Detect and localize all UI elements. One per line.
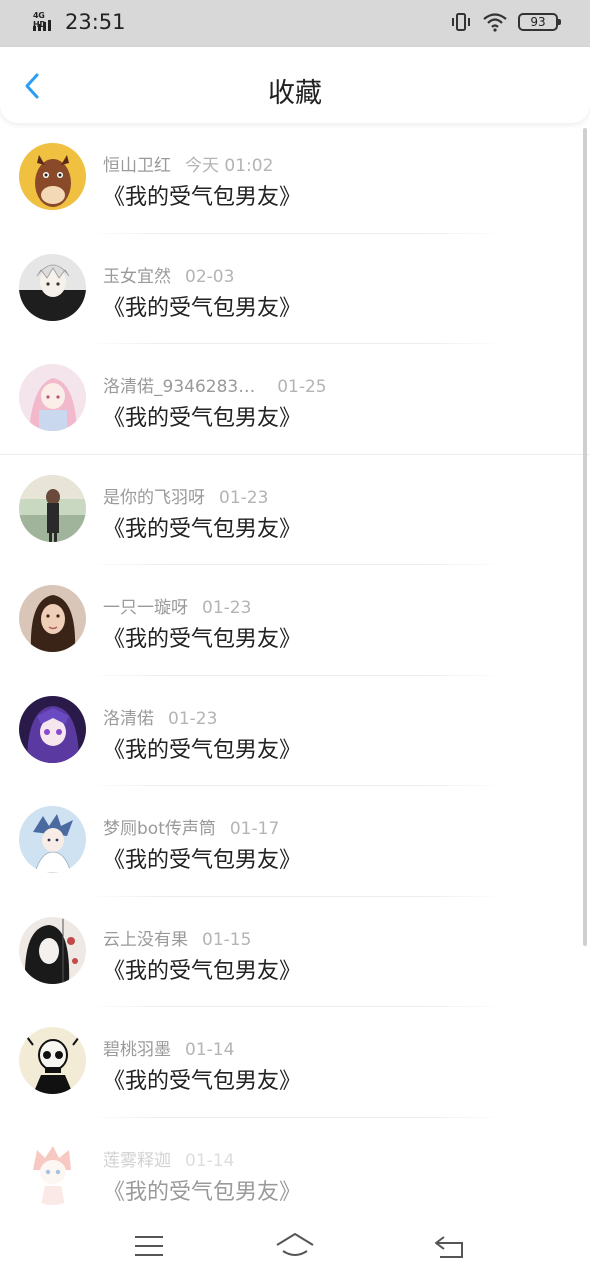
list-item[interactable]: 云上没有果 01-15 《我的受气包男友》 <box>0 897 590 1007</box>
item-date: 01-23 <box>168 708 218 729</box>
list-item[interactable]: 梦厕bot传声筒 01-17 《我的受气包男友》 <box>0 786 590 897</box>
item-meta: 莲雾释迦 01-14 <box>103 1146 234 1171</box>
page-title: 收藏 <box>268 78 322 109</box>
user-name: 洛清偌 <box>103 708 154 729</box>
home-icon[interactable] <box>275 1229 315 1263</box>
list-item[interactable]: 是你的飞羽呀 01-23 《我的受气包男友》 <box>0 455 590 565</box>
item-meta: 恒山卫红 今天 01:02 <box>103 151 273 176</box>
scrollbar[interactable] <box>583 128 587 946</box>
post-title: 《我的受气包男友》 <box>103 516 302 542</box>
user-name: 是你的飞羽呀 <box>103 487 205 508</box>
menu-icon[interactable] <box>129 1229 169 1263</box>
item-meta: 云上没有果 01-15 <box>103 925 251 950</box>
avatar[interactable] <box>19 1137 86 1205</box>
avatar[interactable] <box>19 916 86 984</box>
vibrate-icon <box>452 13 470 31</box>
status-bar: 4G HD 23:51 93 <box>0 0 590 47</box>
user-name: 玉女宜然 <box>103 266 171 287</box>
item-meta: 是你的飞羽呀 01-23 <box>103 483 268 508</box>
item-date: 01-14 <box>185 1040 235 1060</box>
wifi-icon <box>483 13 507 32</box>
user-name: 洛清偌_9346283… <box>103 377 256 397</box>
list-item[interactable]: 莲雾释迦 01-14 《我的受气包男友》 <box>0 1118 590 1216</box>
status-right: 93 <box>450 12 561 32</box>
avatar[interactable] <box>19 695 86 763</box>
post-title: 《我的受气包男友》 <box>103 406 302 431</box>
avatar[interactable] <box>19 1027 86 1094</box>
list-item[interactable]: 洛清偌_9346283… 01-25 《我的受气包男友》 <box>0 344 590 455</box>
list-item[interactable]: 玉女宜然 02-03 《我的受气包男友》 <box>0 234 590 344</box>
item-meta: 梦厕bot传声筒 01-17 <box>103 814 279 839</box>
post-title: 《我的受气包男友》 <box>103 1179 302 1205</box>
post-title: 《我的受气包男友》 <box>103 295 302 321</box>
status-left: 4G HD 23:51 <box>33 10 126 34</box>
item-meta: 一只一璇呀 01-23 <box>103 593 251 618</box>
battery-icon: 93 <box>518 13 561 31</box>
item-meta: 碧桃羽墨 01-14 <box>103 1035 234 1060</box>
post-title: 《我的受气包男友》 <box>103 848 302 873</box>
list-item[interactable]: 恒山卫红 今天 01:02 《我的受气包男友》 <box>0 123 590 234</box>
avatar[interactable] <box>19 253 86 321</box>
user-name: 梦厕bot传声筒 <box>103 819 216 839</box>
avatar[interactable] <box>19 474 86 542</box>
return-icon[interactable] <box>430 1229 470 1263</box>
post-title: 《我的受气包男友》 <box>103 737 302 763</box>
list-item[interactable]: 洛清偌 01-23 《我的受气包男友》 <box>0 676 590 786</box>
item-date: 01-23 <box>219 487 269 508</box>
system-nav-bar <box>0 1215 590 1280</box>
post-title: 《我的受气包男友》 <box>103 1069 302 1094</box>
avatar[interactable] <box>19 806 86 873</box>
list-item[interactable]: 碧桃羽墨 01-14 《我的受气包男友》 <box>0 1007 590 1118</box>
item-date: 01-17 <box>229 819 280 839</box>
item-date: 01-25 <box>277 377 327 397</box>
user-name: 恒山卫红 <box>103 156 171 176</box>
item-date: 01-14 <box>185 1150 235 1171</box>
post-title: 《我的受气包男友》 <box>103 627 302 652</box>
avatar[interactable] <box>19 143 86 210</box>
item-date: 今天 01:02 <box>185 156 274 176</box>
item-meta: 玉女宜然 02-03 <box>103 262 234 287</box>
post-title: 《我的受气包男友》 <box>103 958 302 984</box>
item-meta: 洛清偌_9346283… 01-25 <box>103 372 327 397</box>
avatar[interactable] <box>19 364 86 431</box>
item-date: 01-23 <box>202 598 252 618</box>
title-bar: 收藏 <box>0 47 590 123</box>
favorites-list: 恒山卫红 今天 01:02 《我的受气包男友》 玉女宜然 02-03 《我的受气包男… <box>0 123 590 1215</box>
signal-bars <box>33 20 51 31</box>
user-name: 碧桃羽墨 <box>103 1040 171 1060</box>
item-date: 02-03 <box>185 266 235 287</box>
post-title: 《我的受气包男友》 <box>103 185 302 210</box>
list-item[interactable]: 一只一璇呀 01-23 《我的受气包男友》 <box>0 565 590 676</box>
item-meta: 洛清偌 01-23 <box>103 704 217 729</box>
battery-level: 93 <box>530 15 546 29</box>
avatar[interactable] <box>19 585 86 652</box>
user-name: 莲雾释迦 <box>103 1150 171 1171</box>
user-name: 一只一璇呀 <box>103 598 188 618</box>
status-time: 23:51 <box>65 10 126 34</box>
item-date: 01-15 <box>202 929 252 950</box>
signal-icon: 4G HD <box>33 11 59 33</box>
user-name: 云上没有果 <box>103 929 188 950</box>
